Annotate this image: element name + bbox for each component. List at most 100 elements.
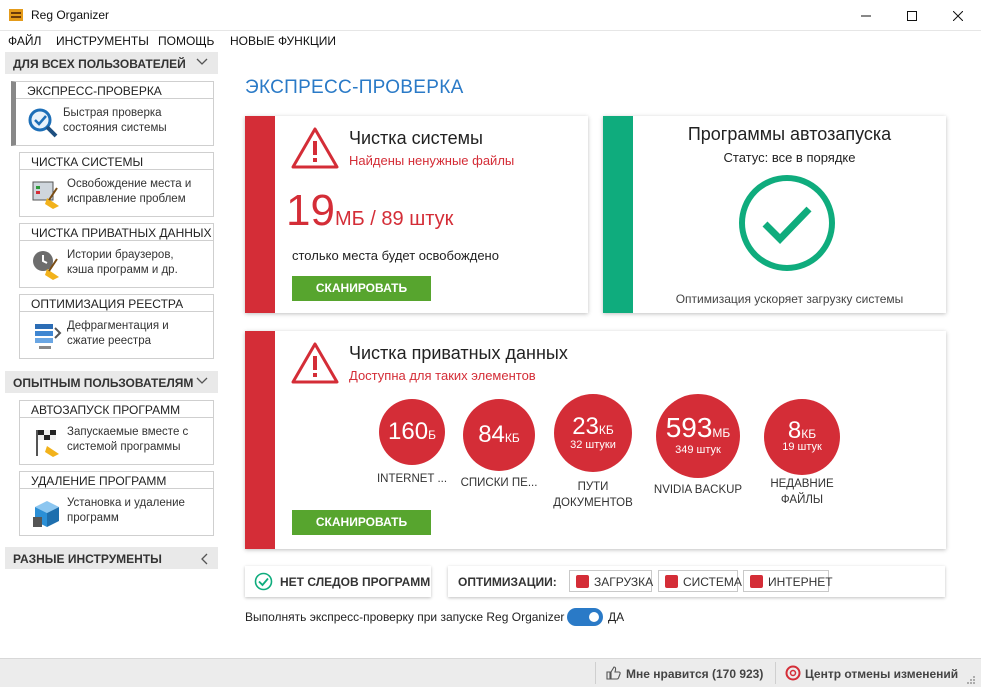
freed-size-unit: МБ / 89 штук bbox=[334, 208, 454, 230]
sidebar-item-express-check[interactable]: ЭКСПРЕСС-ПРОВЕРКА Быстрая проверка состоя… bbox=[11, 81, 214, 146]
group-all-users[interactable]: ДЛЯ ВСЕХ ПОЛЬЗОВАТЕЛЕЙ bbox=[5, 52, 218, 74]
warning-icon bbox=[291, 127, 339, 169]
optimization-system-chip[interactable]: СИСТЕМА bbox=[658, 570, 742, 592]
maximize-button[interactable] bbox=[889, 0, 935, 31]
freed-note: столько места будет освобождено bbox=[292, 248, 499, 263]
private-item-count: 19 штук bbox=[782, 441, 822, 453]
private-item-value: 160Б bbox=[388, 418, 436, 445]
sidebar-item-title: ЧИСТКА ПРИВАТНЫХ ДАННЫХ bbox=[20, 224, 213, 241]
menu-file[interactable]: ФАЙЛ bbox=[8, 34, 41, 48]
sidebar-item-registry-optimize[interactable]: ОПТИМИЗАЦИЯ РЕЕСТРА Дефрагментация и сжат… bbox=[19, 294, 214, 359]
check-circle-icon bbox=[739, 175, 835, 271]
undo-lifebuoy-icon bbox=[785, 665, 801, 681]
private-item-label: NVIDIA BACKUP bbox=[653, 484, 743, 496]
sidebar-item-desc: Освобождение места и исправление проблем bbox=[67, 178, 192, 205]
power-icon bbox=[750, 575, 763, 588]
sidebar-item-title: ОПТИМИЗАЦИЯ РЕЕСТРА bbox=[20, 295, 213, 312]
private-item-count: 349 штук bbox=[675, 444, 721, 456]
optimizations-label: ОПТИМИЗАЦИИ: bbox=[458, 575, 557, 589]
sidebar-item-private-clean[interactable]: ЧИСТКА ПРИВАТНЫХ ДАННЫХ Истории браузеро… bbox=[19, 223, 214, 288]
autorun-label: Выполнять экспресс-проверку при запуске … bbox=[245, 610, 565, 624]
freed-size: 19МБ / 89 штук bbox=[286, 186, 454, 235]
optimization-internet-chip[interactable]: ИНТЕРНЕТ bbox=[743, 570, 833, 592]
autorun-value: ДА bbox=[608, 610, 625, 624]
private-item-label: СПИСКИ ПЕ... bbox=[460, 477, 538, 489]
sidebar-item-uninstall[interactable]: УДАЛЕНИЕ ПРОГРАММ Установка и удаление пр… bbox=[19, 471, 214, 536]
undo-label: Центр отмены изменений bbox=[805, 667, 959, 681]
registry-compress-icon bbox=[35, 324, 62, 349]
private-item-circle[interactable]: 160Б bbox=[379, 399, 445, 465]
window-title: Reg Organizer bbox=[31, 8, 110, 22]
menu-tools[interactable]: ИНСТРУМЕНТЫ bbox=[56, 34, 149, 48]
sidebar-item-desc: Запускаемые вместе с системой программы bbox=[67, 426, 189, 453]
chip-label: ЗАГРУЗКА bbox=[594, 575, 654, 589]
undo-center-button[interactable]: Центр отмены изменений bbox=[780, 659, 965, 687]
box-trash-icon bbox=[33, 501, 59, 527]
card-title: Чистка приватных данных bbox=[349, 343, 568, 363]
close-button[interactable] bbox=[935, 0, 981, 31]
close-icon bbox=[953, 10, 963, 21]
like-button[interactable]: Мне нравится (170 923) bbox=[600, 659, 772, 687]
sidebar-item-startup[interactable]: АВТОЗАПУСК ПРОГРАММ Запускаемые вместе с… bbox=[19, 400, 214, 465]
private-clean-card: Чистка приватных данных Доступна для так… bbox=[245, 331, 946, 549]
sidebar-item-title: АВТОЗАПУСК ПРОГРАММ bbox=[20, 401, 213, 418]
warning-icon bbox=[291, 342, 339, 384]
scan-private-button[interactable]: СКАНИРОВАТЬ bbox=[292, 510, 431, 535]
card-stripe bbox=[245, 331, 275, 549]
card-stripe bbox=[245, 116, 275, 313]
autorun-toggle[interactable] bbox=[567, 608, 603, 626]
menu-new-features[interactable]: НОВЫЕ ФУНКЦИИ bbox=[230, 34, 336, 48]
resize-grip-icon[interactable] bbox=[966, 675, 976, 685]
sidebar-item-system-clean[interactable]: ЧИСТКА СИСТЕМЫ Освобождение места и испра… bbox=[19, 152, 214, 217]
title-bar: Reg Organizer bbox=[0, 0, 981, 31]
group-label: ОПЫТНЫМ ПОЛЬЗОВАТЕЛЯМ bbox=[13, 376, 194, 390]
card-subtitle: Доступна для таких элементов bbox=[349, 368, 536, 383]
menu-help[interactable]: ПОМОЩЬ bbox=[158, 34, 214, 48]
private-item-circle[interactable]: 84КБ bbox=[463, 399, 535, 471]
power-icon bbox=[576, 575, 589, 588]
page-title: ЭКСПРЕСС-ПРОВЕРКА bbox=[245, 77, 464, 98]
menu-bar: ФАЙЛ ИНСТРУМЕНТЫ ПОМОЩЬ НОВЫЕ ФУНКЦИИ bbox=[0, 31, 981, 51]
no-traces-box[interactable]: НЕТ СЛЕДОВ ПРОГРАММ bbox=[245, 566, 431, 597]
startup-status: Статус: все в порядке bbox=[723, 150, 856, 165]
chip-label: ИНТЕРНЕТ bbox=[768, 575, 833, 589]
sidebar-item-desc: Истории браузеров, кэша программ и др. bbox=[67, 249, 178, 276]
sidebar-item-desc: Дефрагментация и сжатие реестра bbox=[67, 320, 169, 347]
chevron-left-icon bbox=[201, 553, 208, 565]
sidebar-item-desc: Установка и удаление программ bbox=[67, 497, 185, 524]
private-item-value: 23КБ bbox=[572, 413, 614, 440]
status-separator bbox=[595, 662, 596, 684]
private-item-circle[interactable]: 593МБ 349 штук bbox=[656, 394, 740, 478]
private-item-count: 32 штуки bbox=[570, 439, 616, 451]
status-bar: Мне нравится (170 923) Центр отмены изме… bbox=[0, 658, 981, 687]
maximize-icon bbox=[907, 10, 917, 21]
likes-label: Мне нравится (170 923) bbox=[626, 667, 764, 681]
group-label: ДЛЯ ВСЕХ ПОЛЬЗОВАТЕЛЕЙ bbox=[13, 57, 186, 71]
sidebar-item-title: УДАЛЕНИЕ ПРОГРАММ bbox=[20, 472, 213, 489]
check-circle-icon bbox=[254, 572, 273, 591]
sidebar-item-title: ЧИСТКА СИСТЕМЫ bbox=[20, 153, 213, 170]
thumbs-up-icon bbox=[606, 666, 621, 680]
no-traces-label: НЕТ СЛЕДОВ ПРОГРАММ bbox=[280, 575, 431, 589]
private-item-label: INTERNET ... bbox=[376, 473, 448, 485]
optimizations-box: ОПТИМИЗАЦИИ: ЗАГРУЗКА СИСТЕМА ИНТЕРНЕТ bbox=[448, 566, 945, 597]
minimize-button[interactable] bbox=[843, 0, 889, 31]
group-misc-tools[interactable]: РАЗНЫЕ ИНСТРУМЕНТЫ bbox=[5, 547, 218, 569]
magnifier-check-icon bbox=[28, 108, 58, 138]
group-advanced-users[interactable]: ОПЫТНЫМ ПОЛЬЗОВАТЕЛЯМ bbox=[5, 371, 218, 393]
startup-note: Оптимизация ускоряет загрузку системы bbox=[675, 292, 904, 306]
status-separator bbox=[775, 662, 776, 684]
group-label: РАЗНЫЕ ИНСТРУМЕНТЫ bbox=[13, 552, 162, 566]
toggle-knob bbox=[589, 612, 599, 622]
sidebar-item-desc: Быстрая проверка состояния системы bbox=[63, 107, 167, 134]
startup-card: Программы автозапуска Статус: все в поря… bbox=[603, 116, 946, 313]
optimization-boot-chip[interactable]: ЗАГРУЗКА bbox=[569, 570, 654, 592]
private-item-label: ПУТИ ДОКУМЕНТОВ bbox=[553, 481, 633, 509]
minimize-icon bbox=[861, 15, 871, 16]
scan-system-button[interactable]: СКАНИРОВАТЬ bbox=[292, 276, 431, 301]
card-stripe bbox=[603, 116, 633, 313]
sidebar: ДЛЯ ВСЕХ ПОЛЬЗОВАТЕЛЕЙ ЭКСПРЕСС-ПРОВЕРКА… bbox=[0, 51, 221, 658]
private-item-circle[interactable]: 23КБ 32 штуки bbox=[554, 394, 632, 472]
private-item-circle[interactable]: 8КБ 19 штук bbox=[764, 399, 840, 475]
private-item-value: 593МБ bbox=[665, 412, 731, 443]
